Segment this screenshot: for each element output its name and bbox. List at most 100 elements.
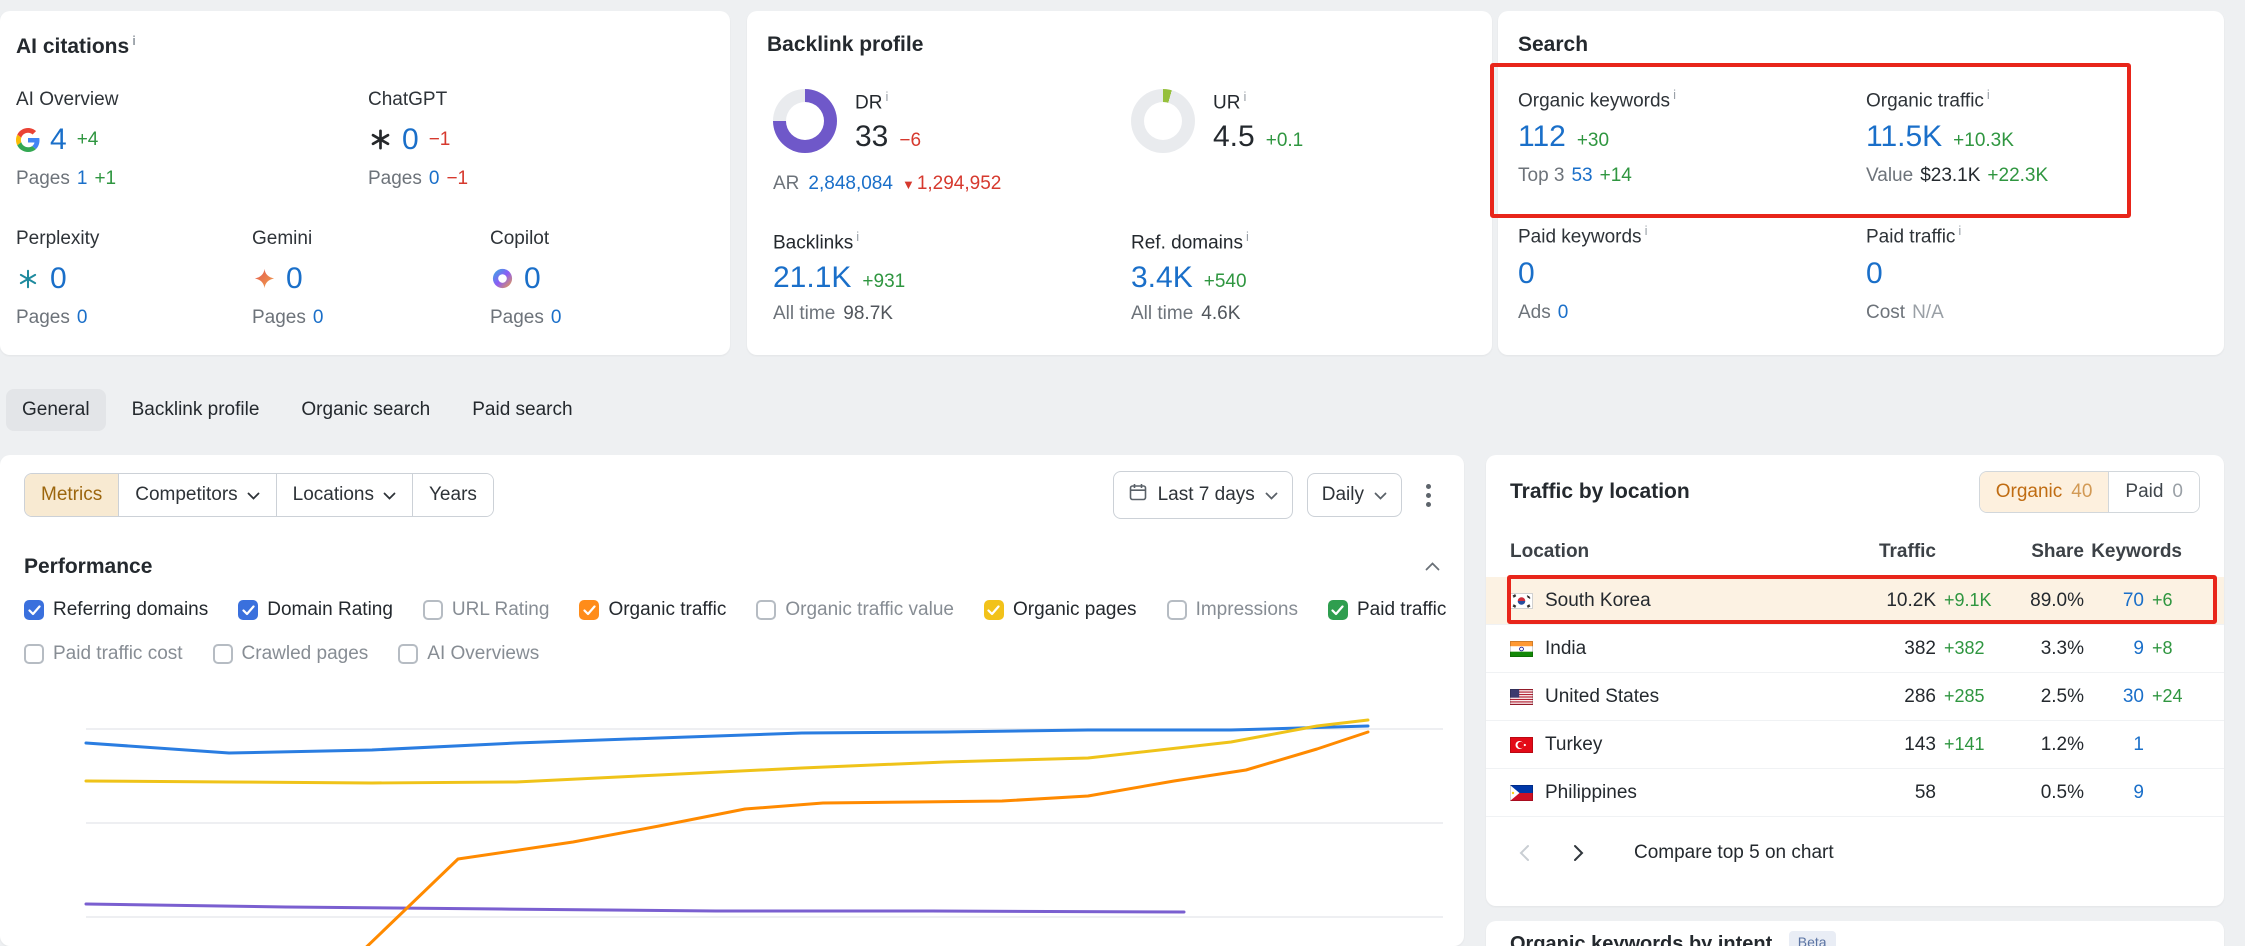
chevron-down-icon	[383, 484, 396, 506]
toolbar-segment-years[interactable]: Years	[412, 474, 493, 516]
pages-value[interactable]: 1	[77, 168, 88, 190]
ai-item-copilot: Copilot 0 Pages 0	[490, 228, 561, 329]
prev-page-icon[interactable]	[1510, 844, 1538, 862]
next-page-icon[interactable]	[1564, 844, 1592, 862]
google-icon	[16, 128, 40, 152]
keywords-link[interactable]: 1	[2084, 734, 2144, 756]
checkbox-ai-overviews[interactable]: AI Overviews	[398, 643, 539, 665]
location-row-turkey[interactable]: Turkey143+1411.2%1	[1486, 721, 2224, 769]
ai-citations-title: AI citationsi	[0, 11, 730, 59]
granularity-button[interactable]: Daily	[1307, 473, 1402, 517]
chatgpt-icon	[368, 128, 392, 152]
compare-top5-link[interactable]: Compare top 5 on chart	[1634, 842, 1834, 864]
ai-item-perplexity: Perplexity 0 Pages 0	[16, 228, 252, 329]
checkbox-label: Crawled pages	[242, 643, 369, 665]
ai-item-ai-overview: AI Overview 4 +4 Pages 1 +1	[16, 89, 368, 190]
triangle-down-icon: ▼	[902, 177, 915, 192]
copilot-icon	[490, 267, 514, 291]
toolbar-segment-metrics[interactable]: Metrics	[25, 474, 118, 516]
top3-change: +14	[1600, 165, 1632, 187]
dr-value: 33	[855, 120, 888, 153]
tab-organic-search[interactable]: Organic search	[285, 389, 446, 431]
ai-engine-label: Gemini	[252, 228, 490, 250]
pages-label: Pages	[16, 307, 70, 329]
top3-value[interactable]: 53	[1571, 165, 1592, 187]
checkbox-organic-traffic-value[interactable]: Organic traffic value	[756, 599, 954, 621]
pages-change: +1	[94, 168, 116, 190]
performance-chart[interactable]	[0, 686, 1464, 946]
keywords-link[interactable]: 9	[2084, 782, 2144, 804]
ai-citations-value[interactable]: 0	[402, 123, 419, 156]
tab-paid-search[interactable]: Paid search	[456, 389, 588, 431]
ai-engine-label: Perplexity	[16, 228, 252, 250]
paid-keywords-value[interactable]: 0	[1518, 257, 1535, 290]
location-row-philippines[interactable]: Philippines580.5%9	[1486, 769, 2224, 817]
traffic-value: 10.2K	[1826, 590, 1936, 612]
value-amount: $23.1K	[1920, 165, 1980, 187]
checkbox-label: URL Rating	[452, 599, 550, 621]
cost-label: Cost	[1866, 302, 1905, 324]
ref-domains-value[interactable]: 3.4K	[1131, 261, 1193, 294]
collapse-section-icon[interactable]	[1425, 558, 1440, 576]
gemini-icon	[252, 267, 276, 291]
checkbox-box	[238, 600, 258, 620]
dr-change: −6	[899, 130, 921, 152]
flag-tr-icon	[1510, 737, 1533, 753]
organic-keywords-change: +30	[1577, 130, 1609, 152]
checkbox-organic-pages[interactable]: Organic pages	[984, 599, 1137, 621]
pages-value[interactable]: 0	[313, 307, 324, 329]
checkbox-domain-rating[interactable]: Domain Rating	[238, 599, 393, 621]
tab-backlink-profile[interactable]: Backlink profile	[116, 389, 276, 431]
backlinks-change: +931	[862, 271, 905, 293]
location-row-south-korea[interactable]: South Korea10.2K+9.1K89.0%70+6	[1486, 577, 2224, 625]
checkbox-label: Domain Rating	[267, 599, 393, 621]
keywords-link[interactable]: 9	[2084, 638, 2144, 660]
checkbox-paid-traffic-cost[interactable]: Paid traffic cost	[24, 643, 183, 665]
toggle-organic[interactable]: Organic40	[1980, 472, 2109, 512]
tab-general[interactable]: General	[6, 389, 106, 431]
traffic-change: +382	[1936, 638, 2000, 659]
keywords-link[interactable]: 70	[2084, 590, 2144, 612]
backlinks-value[interactable]: 21.1K	[773, 261, 851, 294]
ai-citations-value[interactable]: 0	[50, 262, 67, 295]
date-range-button[interactable]: Last 7 days	[1113, 471, 1293, 519]
ai-citations-value[interactable]: 0	[524, 262, 541, 295]
location-row-india[interactable]: India382+3823.3%9+8	[1486, 625, 2224, 673]
toggle-paid[interactable]: Paid0	[2108, 472, 2199, 512]
pages-value[interactable]: 0	[551, 307, 562, 329]
keywords-change: +24	[2144, 686, 2200, 707]
organic-traffic-value[interactable]: 11.5K	[1866, 120, 1942, 153]
location-row-united-states[interactable]: United States286+2852.5%30+24	[1486, 673, 2224, 721]
checkbox-impressions[interactable]: Impressions	[1167, 599, 1298, 621]
kebab-menu-icon[interactable]	[1416, 480, 1440, 511]
pages-value[interactable]: 0	[77, 307, 88, 329]
keywords-link[interactable]: 30	[2084, 686, 2144, 708]
info-icon: i	[1645, 223, 1648, 238]
keywords-change: +8	[2144, 638, 2200, 659]
metric-checkboxes: Referring domains Domain Rating URL Rating…	[24, 599, 1440, 665]
checkbox-organic-traffic[interactable]: Organic traffic	[579, 599, 726, 621]
info-icon: i	[1673, 87, 1676, 102]
pages-value[interactable]: 0	[429, 168, 440, 190]
location-name: South Korea	[1545, 590, 1651, 612]
checkbox-paid-traffic[interactable]: Paid traffic	[1328, 599, 1446, 621]
toolbar-segment-locations[interactable]: Locations	[276, 474, 412, 516]
info-icon: i	[1243, 89, 1246, 104]
checkbox-referring-domains[interactable]: Referring domains	[24, 599, 208, 621]
checkbox-crawled-pages[interactable]: Crawled pages	[213, 643, 369, 665]
ai-item-chatgpt: ChatGPT 0 −1 Pages 0 −1	[368, 89, 468, 190]
ar-value[interactable]: 2,848,084	[808, 173, 893, 195]
pages-label: Pages	[368, 168, 422, 190]
value-label: Value	[1866, 165, 1913, 187]
toolbar-segment-competitors[interactable]: Competitors	[118, 474, 275, 516]
checkbox-label: Organic pages	[1013, 599, 1137, 621]
tabs: GeneralBacklink profileOrganic searchPai…	[6, 389, 589, 431]
ads-value[interactable]: 0	[1558, 302, 1569, 324]
ai-citations-value[interactable]: 0	[286, 262, 303, 295]
info-icon: i	[1958, 223, 1961, 238]
checkbox-url-rating[interactable]: URL Rating	[423, 599, 550, 621]
paid-traffic-value[interactable]: 0	[1866, 257, 1883, 290]
organic-keywords-value[interactable]: 112	[1518, 120, 1566, 153]
alltime-value: 4.6K	[1201, 303, 1240, 325]
ai-citations-value[interactable]: 4	[50, 123, 67, 156]
